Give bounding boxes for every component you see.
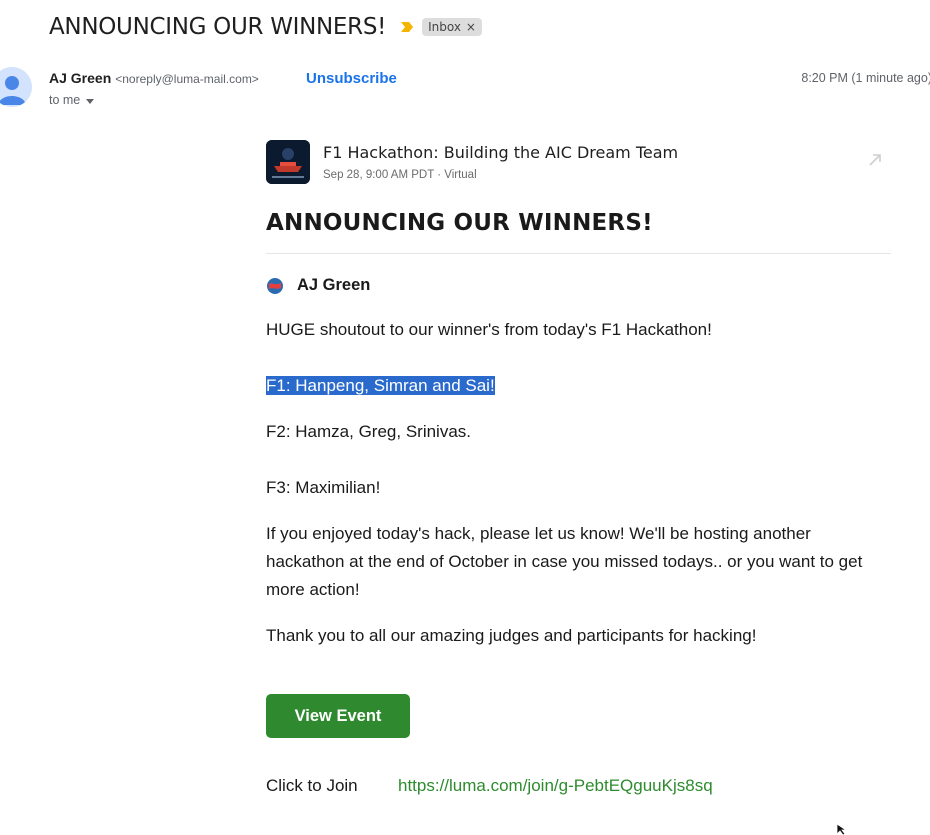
recipient-details-toggle[interactable]: to me [49, 93, 95, 107]
message-heading: ANNOUNCING OUR WINNERS! [266, 210, 653, 236]
event-meta: Sep 28, 9:00 AM PDT · Virtual [323, 169, 477, 181]
sender-row: AJ Green <noreply@luma-mail.com> [49, 70, 259, 86]
email-body: F1 Hackathon: Building the AIC Dream Tea… [266, 140, 891, 796]
author-avatar [266, 276, 284, 295]
open-external-icon[interactable] [867, 152, 883, 168]
divider [266, 253, 891, 254]
third-place-line: F3: Maximilian! [266, 478, 381, 497]
join-row: Click to Join https://luma.com/join/g-Pe… [266, 776, 891, 796]
thanks-text: Thank you to all our amazing judges and … [266, 626, 757, 645]
recipient-label: to me [49, 93, 81, 107]
second-place-line: F2: Hamza, Greg, Srinivas. [266, 422, 472, 441]
sender-email: <noreply@luma-mail.com> [115, 72, 259, 86]
label-chip-text: Inbox [428, 20, 461, 34]
followup-text: If you enjoyed today's hack, please let … [266, 524, 863, 599]
email-subject: ANNOUNCING OUR WINNERS! [49, 14, 387, 40]
importance-marker-icon[interactable] [400, 20, 414, 34]
sender-avatar[interactable] [0, 67, 32, 107]
event-card[interactable]: F1 Hackathon: Building the AIC Dream Tea… [266, 140, 891, 188]
event-title[interactable]: F1 Hackathon: Building the AIC Dream Tea… [323, 143, 678, 162]
selected-text[interactable]: F1: Hanpeng, Simran and Sai! [266, 376, 495, 395]
event-info: F1 Hackathon: Building the AIC Dream Tea… [323, 140, 678, 181]
remove-label-icon[interactable]: × [466, 20, 476, 34]
globe-avatar-icon [267, 277, 283, 294]
author-row: AJ Green [266, 276, 891, 295]
chevron-down-icon [86, 98, 95, 104]
label-chip-inbox: Inbox × [422, 18, 482, 36]
mouse-cursor-icon [836, 824, 848, 835]
person-icon [0, 67, 32, 107]
sender-name[interactable]: AJ Green [49, 70, 111, 86]
subject-row: ANNOUNCING OUR WINNERS! Inbox × [49, 14, 482, 40]
first-place-line: F1: Hanpeng, Simran and Sai! [266, 372, 891, 400]
join-link[interactable]: https://luma.com/join/g-PebtEQguuKjs8sq [398, 776, 713, 796]
author-name: AJ Green [297, 276, 371, 294]
event-thumbnail [266, 140, 310, 184]
view-event-button[interactable]: View Event [266, 694, 410, 738]
intro-text: HUGE shoutout to our winner's from today… [266, 320, 712, 339]
unsubscribe-link[interactable]: Unsubscribe [306, 70, 397, 87]
email-timestamp: 8:20 PM (1 minute ago) [801, 71, 930, 85]
join-label: Click to Join [266, 776, 358, 795]
event-cover-icon [266, 140, 310, 184]
